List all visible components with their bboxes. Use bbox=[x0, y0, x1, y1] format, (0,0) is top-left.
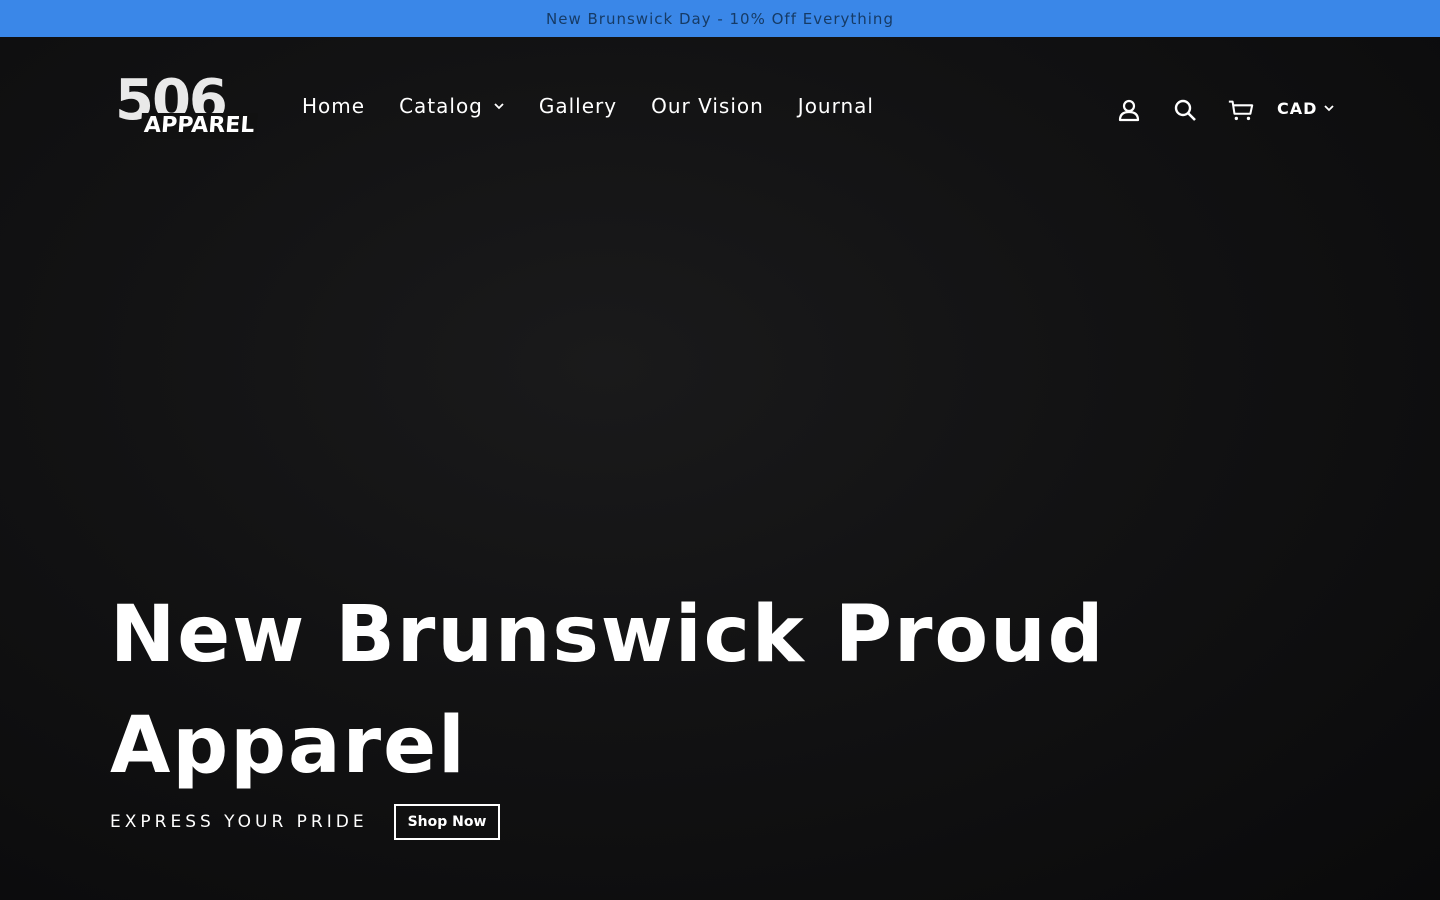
nav-item-label: Our Vision bbox=[651, 94, 764, 118]
nav-item-home[interactable]: Home bbox=[302, 94, 365, 118]
currency-selector[interactable]: CAD bbox=[1277, 99, 1335, 118]
hero-tagline: EXPRESS YOUR PRIDE bbox=[110, 812, 368, 832]
announcement-bar[interactable]: New Brunswick Day - 10% Off Everything bbox=[0, 0, 1440, 37]
hero-cta-row: EXPRESS YOUR PRIDE Shop Now bbox=[110, 804, 501, 840]
search-icon[interactable] bbox=[1171, 95, 1199, 125]
logo-word: APPAREL bbox=[140, 113, 259, 139]
nav-item-label: Journal bbox=[797, 94, 874, 118]
hero-headline: New Brunswick Proud Apparel bbox=[110, 590, 1106, 791]
announcement-text: New Brunswick Day - 10% Off Everything bbox=[546, 9, 894, 28]
nav-item-label: Home bbox=[302, 94, 366, 118]
logo[interactable]: 506 APPAREL bbox=[113, 73, 259, 143]
nav-item-journal[interactable]: Journal bbox=[798, 94, 874, 118]
main-nav: Home Catalog Gallery Our Vision Journal bbox=[302, 94, 908, 118]
shop-now-button[interactable]: Shop Now bbox=[393, 804, 501, 840]
site-header: 506 APPAREL Home Catalog Gallery Our Vis… bbox=[0, 37, 1440, 184]
nav-item-catalog[interactable]: Catalog bbox=[399, 94, 505, 118]
nav-item-our-vision[interactable]: Our Vision bbox=[651, 94, 764, 118]
chevron-down-icon bbox=[494, 103, 504, 110]
header-actions: CAD bbox=[1115, 95, 1335, 125]
cart-icon[interactable] bbox=[1227, 95, 1255, 125]
currency-label: CAD bbox=[1277, 98, 1318, 118]
nav-item-label: Gallery bbox=[538, 94, 618, 118]
account-icon[interactable] bbox=[1115, 95, 1143, 125]
chevron-down-icon bbox=[1324, 105, 1335, 112]
nav-item-gallery[interactable]: Gallery bbox=[539, 94, 617, 118]
nav-item-label: Catalog bbox=[399, 94, 483, 118]
